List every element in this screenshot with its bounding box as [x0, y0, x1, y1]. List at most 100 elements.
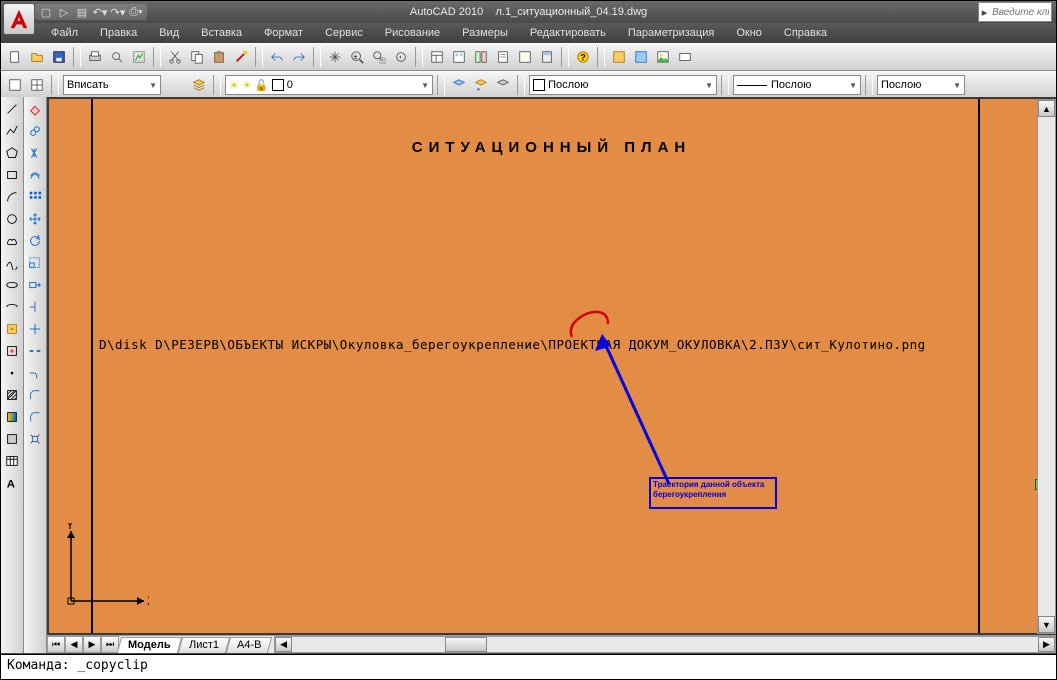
vscroll-up[interactable]: ▲ — [1038, 100, 1055, 117]
ellipse-button[interactable] — [2, 275, 22, 295]
help-search[interactable]: ▸ — [978, 2, 1052, 22]
stretch-button[interactable] — [25, 275, 45, 295]
array-button[interactable] — [25, 187, 45, 207]
xref-button[interactable] — [631, 47, 651, 67]
hscroll-thumb[interactable] — [445, 637, 487, 652]
qat-undo-icon[interactable]: ↶▾ — [93, 5, 107, 19]
menu-parametric[interactable]: Параметризация — [618, 25, 724, 41]
copy-button[interactable] — [187, 47, 207, 67]
horizontal-scrollbar[interactable]: ◀ ▶ — [274, 636, 1056, 653]
arc-button[interactable] — [2, 187, 22, 207]
block-button[interactable] — [609, 47, 629, 67]
paste-button[interactable] — [209, 47, 229, 67]
field-button[interactable] — [675, 47, 695, 67]
undo-button[interactable] — [267, 47, 287, 67]
hscroll-left[interactable]: ◀ — [275, 637, 292, 652]
move-button[interactable] — [25, 209, 45, 229]
qat-redo-icon[interactable]: ↷▾ — [111, 5, 125, 19]
mtext-button[interactable]: A — [2, 473, 22, 493]
tab-first[interactable]: ⏮ — [47, 636, 65, 653]
zoom-rt-button[interactable]: ± — [347, 47, 367, 67]
rotate-button[interactable] — [25, 231, 45, 251]
image-button[interactable] — [653, 47, 673, 67]
preview-button[interactable] — [107, 47, 127, 67]
vscroll-down[interactable]: ▼ — [1038, 616, 1055, 633]
save-button[interactable] — [49, 47, 69, 67]
break-button[interactable] — [25, 341, 45, 361]
region-button[interactable] — [2, 429, 22, 449]
hatch-button[interactable] — [2, 385, 22, 405]
dcenter-button[interactable] — [449, 47, 469, 67]
point-button[interactable] — [2, 363, 22, 383]
table-button[interactable] — [2, 451, 22, 471]
open-button[interactable] — [27, 47, 47, 67]
annotation-box[interactable]: Траектория данной объекта берегоукреплен… — [649, 477, 777, 509]
explode-button[interactable] — [25, 429, 45, 449]
offset-button[interactable] — [25, 165, 45, 185]
menu-dimension[interactable]: Размеры — [452, 25, 518, 41]
qat-save-icon[interactable]: ▤ — [75, 5, 89, 19]
menu-edit[interactable]: Правка — [90, 25, 147, 41]
vp-multi-button[interactable] — [27, 75, 47, 95]
layer-states-button[interactable] — [449, 75, 469, 95]
lineweight-combo[interactable]: Послою▼ — [877, 75, 965, 95]
zoom-win-button[interactable] — [369, 47, 389, 67]
join-button[interactable] — [25, 363, 45, 383]
redo-button[interactable] — [289, 47, 309, 67]
menu-file[interactable]: Файл — [41, 25, 88, 41]
vertical-scrollbar[interactable]: ▲ ▼ — [1037, 99, 1056, 634]
new-button[interactable] — [5, 47, 25, 67]
gradient-button[interactable] — [2, 407, 22, 427]
cut-button[interactable] — [165, 47, 185, 67]
rect-button[interactable] — [2, 165, 22, 185]
line-button[interactable] — [2, 99, 22, 119]
tab-model[interactable]: Модель — [117, 637, 182, 653]
zoom-prev-button[interactable] — [391, 47, 411, 67]
calc-button[interactable] — [537, 47, 557, 67]
plot-button[interactable] — [85, 47, 105, 67]
qat-print-icon[interactable]: ⎙▾ — [129, 5, 143, 19]
tab-prev[interactable]: ◀ — [65, 636, 83, 653]
ellipse-arc-button[interactable] — [2, 297, 22, 317]
qat-new-icon[interactable]: ▢ — [39, 5, 53, 19]
tool-palettes-button[interactable] — [471, 47, 491, 67]
qat-open-icon[interactable]: ▷ — [57, 5, 71, 19]
menu-help[interactable]: Справка — [774, 25, 837, 41]
sheet-set-button[interactable] — [493, 47, 513, 67]
help-button[interactable]: ? — [573, 47, 593, 67]
layer-props-button[interactable] — [189, 75, 209, 95]
linetype-combo[interactable]: Послою▼ — [733, 75, 861, 95]
extend-button[interactable] — [25, 319, 45, 339]
match-button[interactable] — [231, 47, 251, 67]
chamfer-button[interactable] — [25, 385, 45, 405]
polygon-button[interactable] — [2, 143, 22, 163]
block-make-button[interactable] — [2, 341, 22, 361]
copy-obj-button[interactable] — [25, 121, 45, 141]
erase-button[interactable] — [25, 99, 45, 119]
tab-sheet2[interactable]: А4-В — [225, 637, 272, 653]
layer-iso-button[interactable] — [493, 75, 513, 95]
layer-prev-button[interactable] — [471, 75, 491, 95]
drawing-canvas[interactable]: СИТУАЦИОННЫЙ ПЛАН D\disk D\РЕЗЕРВ\ОБЪЕКТ… — [49, 99, 1054, 633]
layer-combo[interactable]: ☀ ☀ 🔓 0 ▼ — [225, 75, 433, 95]
publish-button[interactable] — [129, 47, 149, 67]
insert-button[interactable] — [2, 319, 22, 339]
menu-window[interactable]: Окно — [726, 25, 772, 41]
menu-view[interactable]: Вид — [149, 25, 189, 41]
menu-format[interactable]: Формат — [254, 25, 313, 41]
pline-button[interactable] — [2, 121, 22, 141]
circle-button[interactable] — [2, 209, 22, 229]
menu-insert[interactable]: Вставка — [191, 25, 252, 41]
color-combo[interactable]: Послою▼ — [529, 75, 717, 95]
revcloud-button[interactable] — [2, 231, 22, 251]
search-input[interactable] — [990, 6, 1051, 19]
trim-button[interactable] — [25, 297, 45, 317]
markup-button[interactable] — [515, 47, 535, 67]
properties-button[interactable] — [427, 47, 447, 67]
app-menu-button[interactable] — [3, 3, 35, 35]
menu-modify[interactable]: Редактировать — [520, 25, 616, 41]
tab-next[interactable]: ▶ — [83, 636, 101, 653]
menu-tools[interactable]: Сервис — [315, 25, 373, 41]
scale-combo[interactable]: Вписать▼ — [63, 75, 161, 95]
hscroll-right[interactable]: ▶ — [1038, 637, 1055, 652]
